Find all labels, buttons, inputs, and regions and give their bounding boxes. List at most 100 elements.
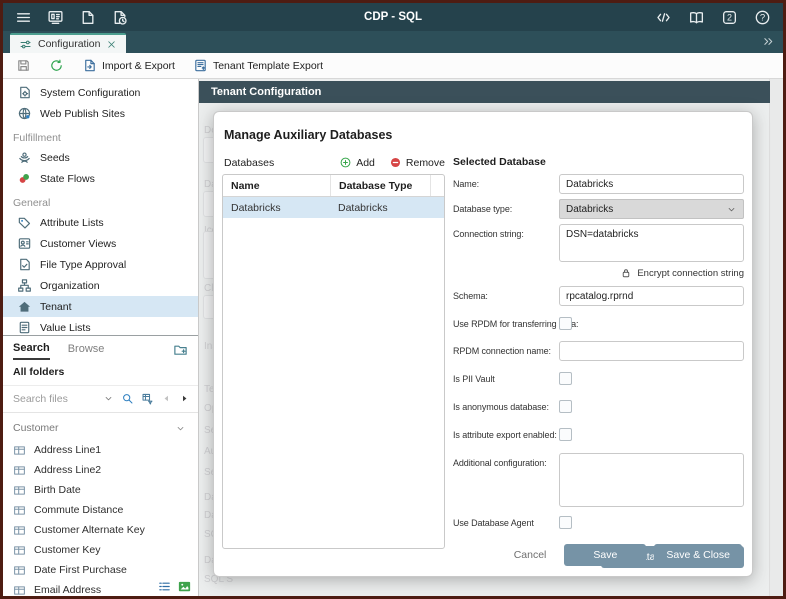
database-row-databricks[interactable]: DatabricksDatabricks [223, 197, 444, 218]
pii-vault-label: Is PII Vault [453, 369, 559, 384]
save-icon[interactable] [16, 58, 31, 73]
thumbnail-view-icon[interactable] [177, 579, 192, 594]
search-input[interactable]: Search files [13, 393, 96, 405]
sidebar-item-label: Value Lists [40, 322, 91, 334]
main-scrollbar[interactable] [769, 79, 783, 597]
more-tabs-icon[interactable] [762, 35, 775, 48]
additional-configuration-field[interactable] [559, 453, 744, 507]
rpdm-connection-name-label: RPDM connection name: [453, 341, 559, 356]
encrypt-connection-string[interactable]: Encrypt connection string [453, 267, 744, 279]
file-item-address-line2[interactable]: Address Line2 [3, 460, 198, 480]
sidebar-item-web-publish-sites[interactable]: Web Publish Sites [3, 103, 198, 124]
sidebar-item-label: State Flows [40, 173, 95, 185]
all-folders-label[interactable]: All folders [3, 360, 198, 386]
documentation-icon[interactable] [688, 9, 705, 26]
sidebar-item-state-flows[interactable]: State Flows [3, 168, 198, 189]
sidebar-item-file-type-approval[interactable]: File Type Approval [3, 254, 198, 275]
table-header: Name Database Type [223, 175, 444, 197]
table-header-gutter [430, 175, 444, 196]
anonymous-database-checkbox[interactable] [559, 400, 572, 413]
tenant-template-export-button[interactable]: Tenant Template Export [193, 58, 323, 73]
cell-database-type: Databricks [330, 197, 431, 218]
open-file-icon[interactable] [79, 9, 96, 26]
prev-page-icon[interactable] [161, 393, 172, 404]
sidebar-item-tenant[interactable]: Tenant [3, 296, 198, 317]
manage-auxiliary-databases-dialog: Manage Auxiliary Databases Databases Add… [213, 111, 753, 577]
rpdm-transfer-checkbox[interactable] [559, 317, 572, 330]
tab-browse[interactable]: Browse [68, 343, 105, 359]
lock-icon [620, 267, 632, 279]
file-item-customer-alternate-key[interactable]: Customer Alternate Key [3, 520, 198, 540]
rpdm-connection-name-field[interactable] [559, 341, 744, 361]
close-tab-icon[interactable] [106, 39, 117, 50]
menu-icon[interactable] [15, 9, 32, 26]
doc-check-icon [17, 257, 32, 272]
column-name[interactable]: Name [223, 180, 330, 192]
sliders-icon [19, 38, 32, 51]
tab-configuration[interactable]: Configuration [10, 33, 126, 53]
cancel-button[interactable]: Cancel [504, 549, 557, 561]
new-folder-icon[interactable] [173, 342, 188, 357]
encrypt-label: Encrypt connection string [637, 268, 744, 279]
code-icon[interactable] [655, 9, 672, 26]
save-and-close-button[interactable]: Save & Close [654, 544, 742, 566]
file-item-commute-distance[interactable]: Commute Distance [3, 500, 198, 520]
toolbar: Import & Export Tenant Template Export [3, 53, 783, 79]
sidebar-item-organization[interactable]: Organization [3, 275, 198, 296]
main-area: Tenant Configuration DescriptionCDP - SD… [199, 79, 783, 597]
next-page-icon[interactable] [179, 393, 190, 404]
file-item-label: Address Line1 [34, 444, 101, 456]
file-item-customer-key[interactable]: Customer Key [3, 540, 198, 560]
tab-bar: Configuration [3, 31, 783, 53]
file-item-birth-date[interactable]: Birth Date [3, 480, 198, 500]
collapse-group-icon[interactable] [175, 423, 186, 434]
home-icon [17, 299, 32, 314]
folder-group-label: Customer [13, 422, 59, 434]
file-item-label: Email Address [34, 584, 101, 596]
pii-vault-checkbox[interactable] [559, 372, 572, 385]
field-icon [13, 564, 26, 577]
database-type-value: Databricks [566, 204, 613, 215]
remove-database-button[interactable]: Remove [389, 156, 445, 169]
sidebar-item-label: Attribute Lists [40, 217, 104, 229]
search-icon[interactable] [121, 392, 134, 405]
workspace-icon[interactable] [47, 9, 64, 26]
sidebar-item-system-configuration[interactable]: System Configuration [3, 82, 198, 103]
notifications-badge-icon[interactable]: 2 [721, 9, 738, 26]
file-item-label: Customer Key [34, 544, 101, 556]
file-item-label: Date First Purchase [34, 564, 127, 576]
file-item-label: Birth Date [34, 484, 81, 496]
sidebar-item-customer-views[interactable]: Customer Views [3, 233, 198, 254]
sidebar: System ConfigurationWeb Publish SitesFul… [3, 79, 199, 597]
file-browser-panel: Search Browse All folders Search files C… [3, 335, 198, 597]
refresh-icon[interactable] [49, 58, 64, 73]
filter-icon[interactable] [141, 392, 154, 405]
save-button[interactable]: Save [564, 544, 646, 566]
add-database-button[interactable]: Add [339, 156, 375, 169]
column-database-type[interactable]: Database Type [330, 175, 430, 196]
import-export-button[interactable]: Import & Export [82, 58, 175, 73]
file-item-date-first-purchase[interactable]: Date First Purchase [3, 560, 198, 580]
database-agent-checkbox[interactable] [559, 516, 572, 529]
help-icon[interactable]: ? [754, 9, 771, 26]
field-icon [13, 484, 26, 497]
name-field[interactable]: Databricks [559, 174, 744, 194]
chevron-down-icon[interactable] [103, 393, 114, 404]
sidebar-item-seeds[interactable]: Seeds [3, 147, 198, 168]
sidebar-item-label: Tenant [40, 301, 72, 313]
connection-string-field[interactable]: DSN=databricks [559, 224, 744, 262]
person-card-icon [17, 236, 32, 251]
tab-search[interactable]: Search [13, 342, 50, 360]
recent-files-icon[interactable] [111, 9, 128, 26]
attribute-export-checkbox[interactable] [559, 428, 572, 441]
field-icon [13, 464, 26, 477]
sidebar-item-value-lists[interactable]: Value Lists [3, 317, 198, 335]
sidebar-item-attribute-lists[interactable]: Attribute Lists [3, 212, 198, 233]
remove-label: Remove [406, 157, 445, 169]
list-view-icon[interactable] [157, 579, 172, 594]
database-type-select[interactable]: Databricks [559, 199, 744, 219]
schema-field[interactable]: rpcatalog.rprnd [559, 286, 744, 306]
folder-group-customer[interactable]: Customer [3, 413, 198, 438]
dialog-footer: Cancel Save Save & Close [504, 544, 742, 566]
file-item-address-line1[interactable]: Address Line1 [3, 440, 198, 460]
